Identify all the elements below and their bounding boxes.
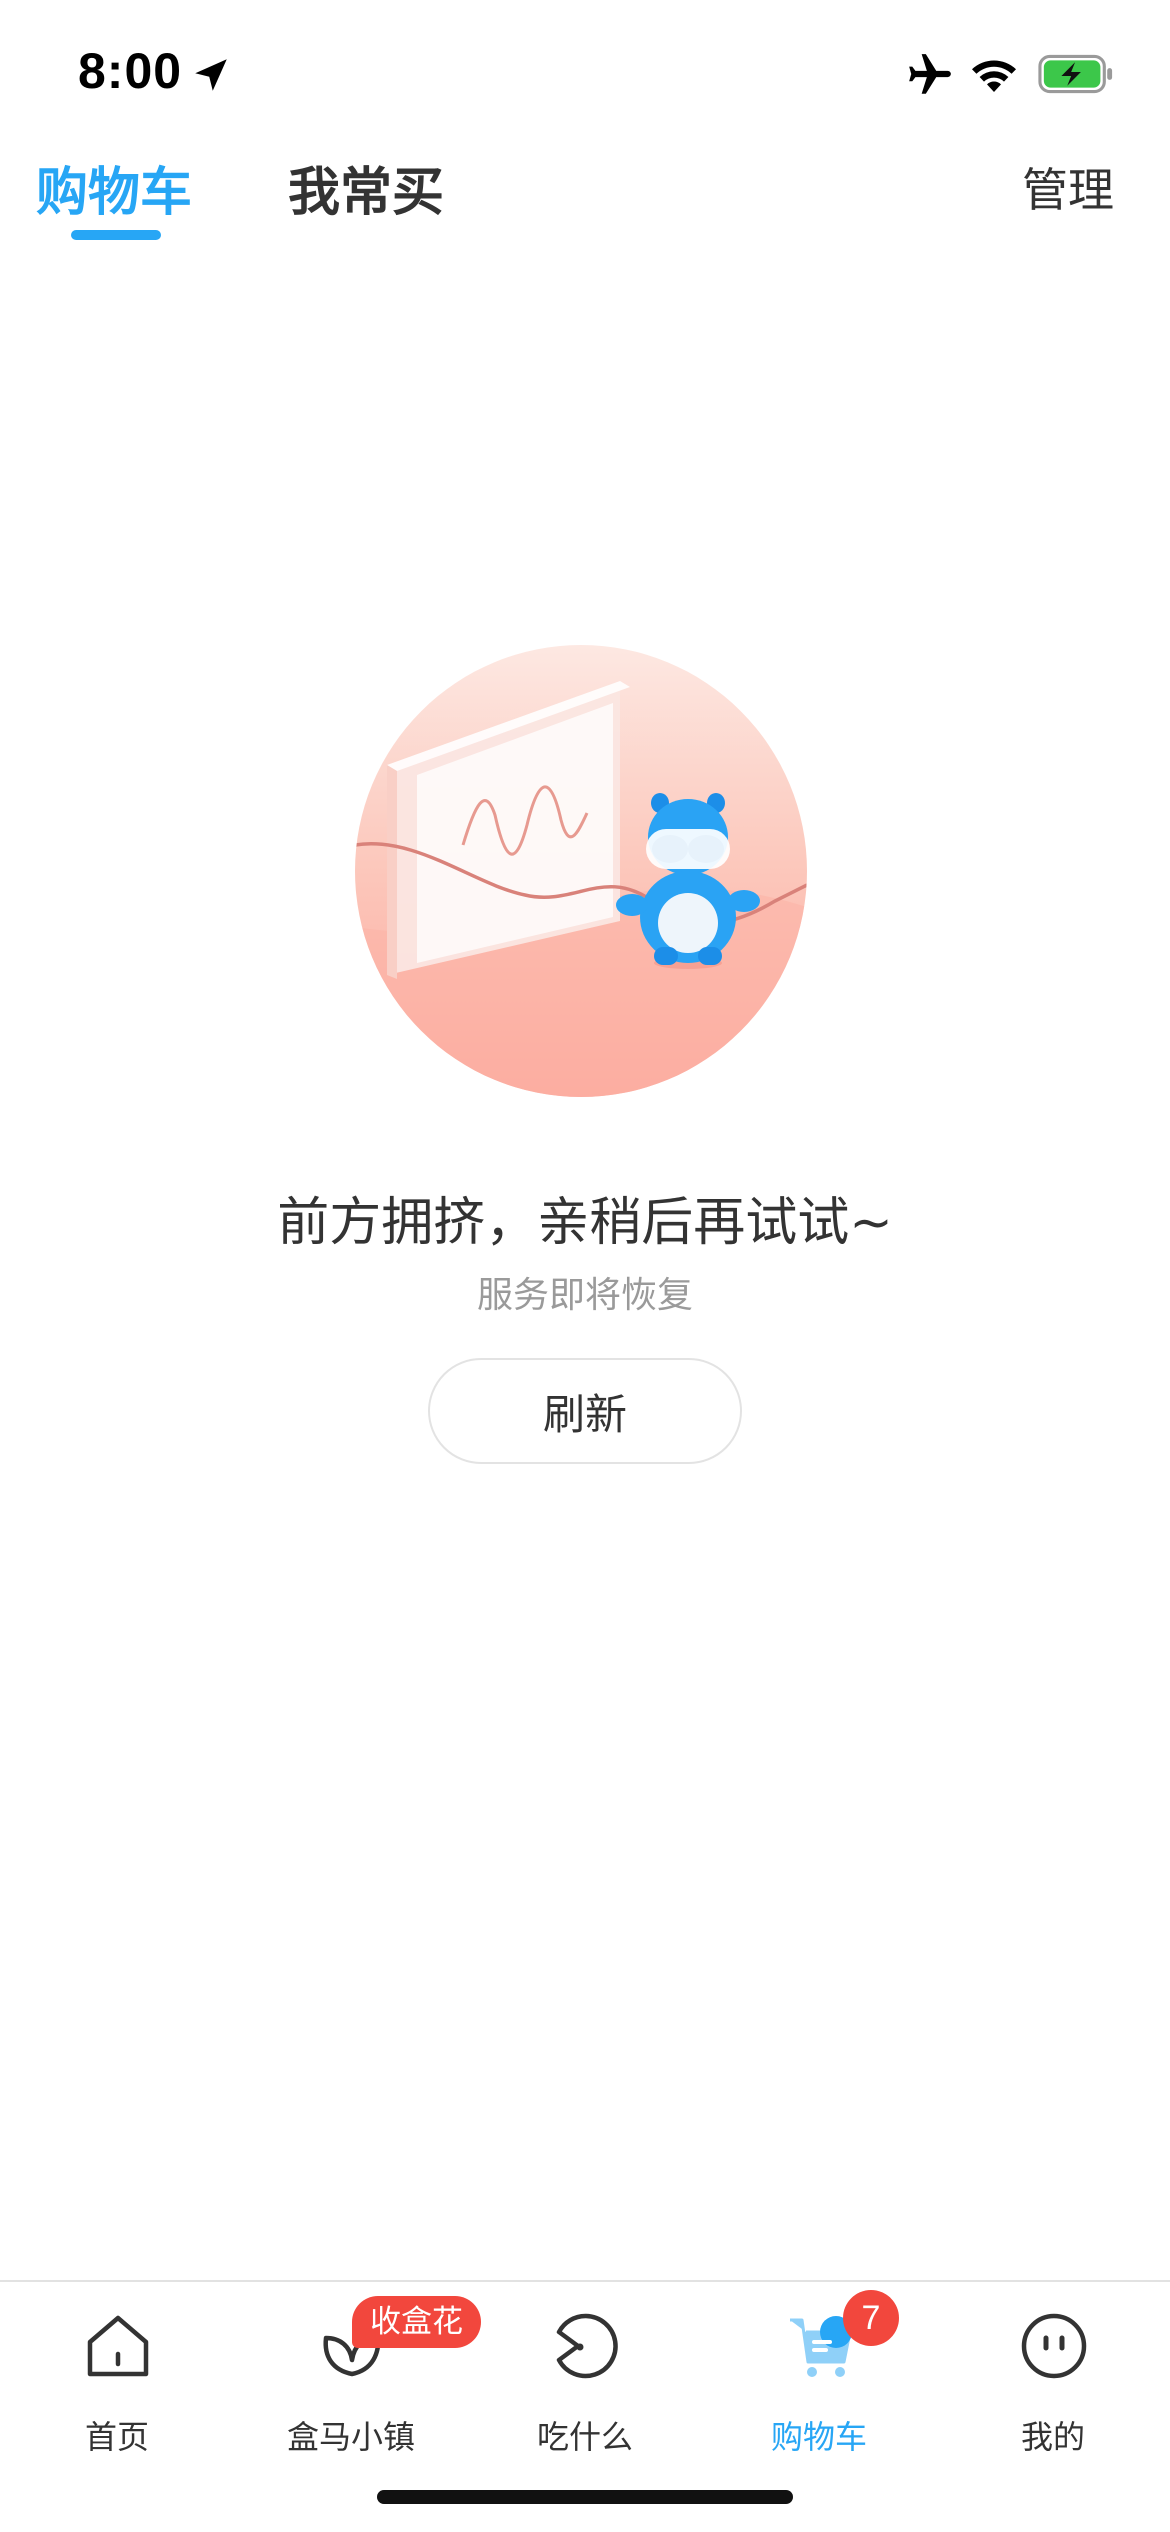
status-bar: 8:00 xyxy=(0,0,1170,140)
airplane-icon xyxy=(909,54,951,94)
tabbar-label: 盒马小镇 xyxy=(286,2418,415,2456)
home-icon xyxy=(87,2315,149,2377)
active-tab-indicator xyxy=(71,230,161,240)
tabbar-item-what-to-eat[interactable]: 吃什么 xyxy=(468,2300,702,2460)
cart-count-badge: 7 xyxy=(843,2290,899,2346)
refresh-button[interactable]: 刷新 xyxy=(428,1358,742,1464)
error-title: 前方拥挤，亲稍后再试试~ xyxy=(277,1193,893,1253)
manage-button[interactable]: 管理 xyxy=(1022,154,1114,220)
home-indicator xyxy=(377,2490,793,2504)
hema-town-badge: 收盒花 xyxy=(352,2296,481,2348)
tab-cart[interactable]: 购物车 xyxy=(36,150,192,225)
tabbar-label: 购物车 xyxy=(770,2418,867,2456)
tabbar-item-cart[interactable]: 购物车 xyxy=(702,2300,936,2460)
face-icon xyxy=(1021,2313,1087,2379)
header-tabs: 购物车 我常买 管理 xyxy=(0,140,1170,260)
location-arrow-icon xyxy=(195,59,227,91)
tabbar-label: 我的 xyxy=(1020,2418,1085,2456)
status-time: 8:00 xyxy=(78,43,183,99)
tabbar-label: 首页 xyxy=(84,2418,149,2456)
wifi-icon xyxy=(972,60,1016,92)
tab-often-bought[interactable]: 我常买 xyxy=(288,150,444,225)
tabbar-label: 吃什么 xyxy=(536,2418,633,2456)
network-busy-illustration xyxy=(355,645,807,1097)
error-subtitle: 服务即将恢复 xyxy=(476,1275,693,1316)
pacman-icon xyxy=(556,2313,618,2379)
tabbar-item-home[interactable]: 首页 xyxy=(0,2300,234,2460)
tabbar-item-me[interactable]: 我的 xyxy=(936,2300,1170,2460)
battery-charging-icon xyxy=(1038,54,1113,94)
